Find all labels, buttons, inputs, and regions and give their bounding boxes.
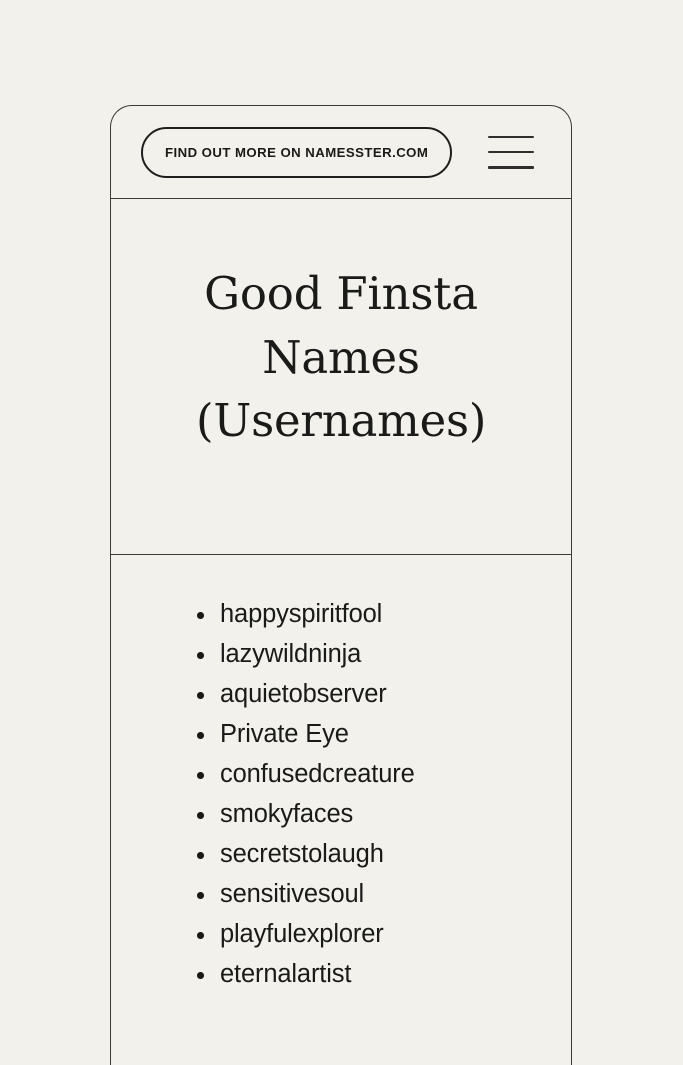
title-section: Good Finsta Names (Usernames) <box>111 199 571 555</box>
title-line-3: (Usernames) <box>196 394 487 448</box>
card-header: FIND OUT MORE ON NAMESSTER.COM <box>111 106 571 199</box>
list-item: sensitivesoul <box>187 881 541 909</box>
article-card: FIND OUT MORE ON NAMESSTER.COM Good Fins… <box>110 105 572 1065</box>
page-title: Good Finsta Names (Usernames) <box>166 262 516 492</box>
list-item: aquietobserver <box>187 681 541 709</box>
list-item: Private Eye <box>187 721 541 749</box>
list-item: lazywildninja <box>187 640 541 669</box>
title-line-2: Names <box>262 330 420 384</box>
list-item: happyspiritfool <box>187 600 541 629</box>
menu-bar-middle <box>488 150 534 154</box>
list-item: eternalartist <box>187 961 541 989</box>
names-list: happyspiritfool lazywildninja aquietobserv… <box>187 600 541 989</box>
names-list-section: happyspiritfool lazywildninja aquietobserv… <box>111 555 571 1031</box>
hamburger-menu-icon[interactable] <box>488 135 534 169</box>
list-item: smokyfaces <box>187 801 541 829</box>
list-item: secretstolaugh <box>187 841 541 869</box>
menu-bar-top <box>488 135 534 139</box>
title-line-1: Good Finsta <box>204 266 478 320</box>
menu-bar-bottom <box>488 165 534 169</box>
list-item: playfulexplorer <box>187 921 541 949</box>
list-item: confusedcreature <box>187 761 541 789</box>
find-out-more-button[interactable]: FIND OUT MORE ON NAMESSTER.COM <box>141 126 453 178</box>
